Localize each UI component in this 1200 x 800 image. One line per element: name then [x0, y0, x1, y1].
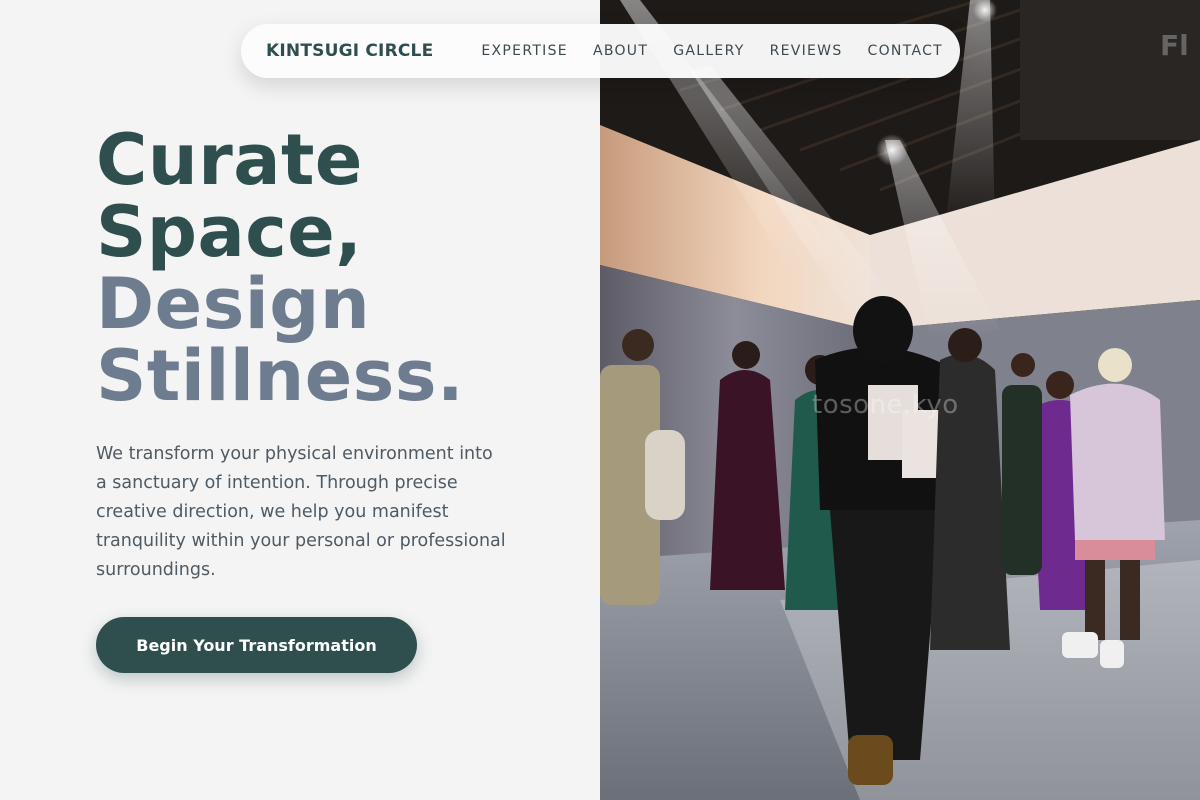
nav-link-gallery[interactable]: GALLERY [673, 43, 744, 59]
nav-link-reviews[interactable]: REVIEWS [770, 43, 843, 59]
top-navbar: KINTSUGI CIRCLE EXPERTISE ABOUT GALLERY … [241, 24, 960, 78]
hero-section: Curate Space, Design Stillness. We trans… [0, 0, 600, 800]
hero-description: We transform your physical environment i… [96, 444, 506, 580]
hero-title-line-1: Curate [96, 119, 363, 201]
nav-link-contact[interactable]: CONTACT [868, 43, 944, 59]
svg-text:Fl: Fl [1160, 29, 1189, 62]
hero-title-line-2: Space, [96, 191, 363, 273]
nav-link-expertise[interactable]: EXPERTISE [481, 43, 568, 59]
nav-links: EXPERTISE ABOUT GALLERY REVIEWS CONTACT [481, 43, 943, 59]
photo-watermark: tosone.kyo [812, 390, 959, 420]
begin-transformation-button[interactable]: Begin Your Transformation [96, 617, 417, 673]
hero-title-line-3: Design [96, 263, 371, 345]
hero-title-line-4: Stillness. [96, 335, 465, 417]
nav-link-about[interactable]: ABOUT [593, 43, 648, 59]
hero-title: Curate Space, Design Stillness. [96, 124, 464, 412]
brand-logo[interactable]: KINTSUGI CIRCLE [266, 41, 433, 61]
